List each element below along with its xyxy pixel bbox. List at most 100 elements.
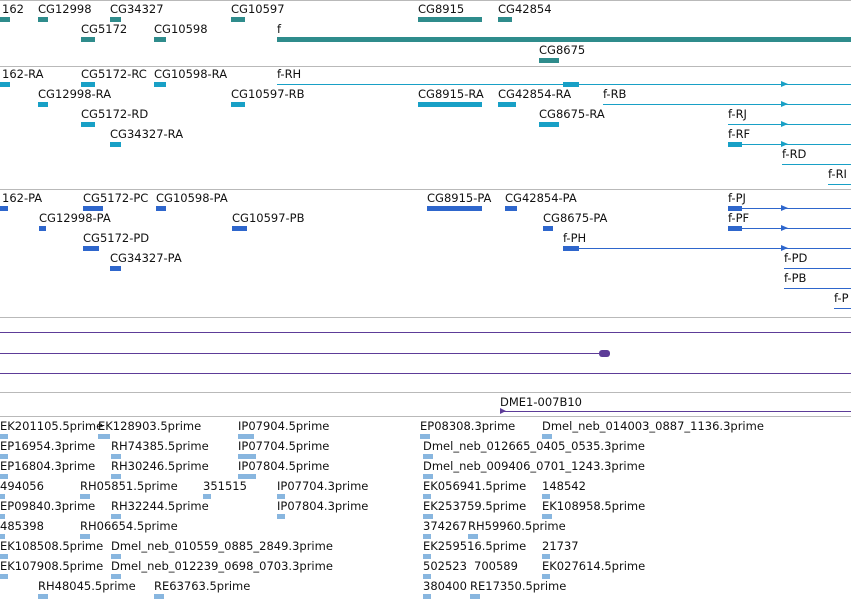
est-glyph[interactable]: [423, 454, 433, 459]
est-glyph[interactable]: [238, 434, 254, 439]
est-label[interactable]: Dmel_neb_012665_0405_0535.3prime: [423, 440, 645, 453]
gene-f-glyph[interactable]: [277, 37, 851, 42]
est-glyph[interactable]: [0, 494, 5, 499]
transcript-glyph[interactable]: [498, 102, 516, 107]
alignment-line[interactable]: [0, 353, 605, 354]
transcript-glyph[interactable]: [154, 82, 166, 87]
transcript-intron[interactable]: [728, 124, 851, 125]
est-glyph[interactable]: [0, 574, 8, 579]
est-glyph[interactable]: [238, 454, 256, 459]
gene-glyph[interactable]: [154, 37, 166, 42]
est-label[interactable]: EP08308.3prime: [420, 420, 515, 433]
transcript-label[interactable]: CG42854-RA: [498, 88, 571, 101]
gene-label[interactable]: CG8675: [539, 44, 585, 57]
est-glyph[interactable]: [423, 514, 433, 519]
est-glyph[interactable]: [420, 434, 430, 439]
est-glyph[interactable]: [542, 494, 550, 499]
transcript-label[interactable]: f-RB: [603, 88, 626, 101]
protein-glyph[interactable]: [505, 206, 517, 211]
est-label[interactable]: 494056: [0, 480, 44, 493]
est-label[interactable]: RH48045.5prime: [38, 580, 136, 593]
protein-label[interactable]: 162-PA: [2, 192, 42, 205]
est-glyph[interactable]: [423, 554, 431, 559]
est-label[interactable]: EK108958.5prime: [542, 500, 645, 513]
est-label[interactable]: IP07804.5prime: [238, 460, 329, 473]
protein-glyph[interactable]: [0, 206, 8, 211]
est-glyph[interactable]: [277, 494, 285, 499]
protein-label[interactable]: f-PB: [784, 272, 806, 285]
transcript-glyph[interactable]: [38, 102, 48, 107]
est-glyph[interactable]: [111, 554, 121, 559]
est-glyph[interactable]: [111, 574, 121, 579]
protein-intron[interactable]: [784, 268, 851, 269]
transcript-glyph[interactable]: [418, 102, 482, 107]
protein-intron[interactable]: [728, 228, 851, 229]
est-label[interactable]: 148542: [542, 480, 586, 493]
est-label[interactable]: EK108508.5prime: [0, 540, 103, 553]
protein-label[interactable]: CG42854-PA: [505, 192, 577, 205]
est-glyph[interactable]: [277, 514, 285, 519]
est-glyph[interactable]: [542, 434, 552, 439]
gene-glyph[interactable]: [110, 17, 121, 22]
protein-glyph[interactable]: [232, 226, 247, 231]
transcript-label[interactable]: CG5172-RC: [81, 68, 147, 81]
protein-glyph[interactable]: [39, 226, 46, 231]
est-label[interactable]: 21737: [542, 540, 579, 553]
gene-glyph[interactable]: [418, 17, 482, 22]
est-glyph[interactable]: [542, 514, 552, 519]
protein-glyph[interactable]: [83, 206, 103, 211]
transcript-label[interactable]: CG10598-RA: [154, 68, 227, 81]
protein-label[interactable]: CG5172-PD: [83, 232, 149, 245]
protein-label[interactable]: f-P: [834, 292, 849, 305]
est-label[interactable]: EK259516.5prime: [423, 540, 526, 553]
gene-glyph[interactable]: [231, 17, 245, 22]
transcript-intron[interactable]: [728, 144, 851, 145]
est-label[interactable]: RH74385.5prime: [111, 440, 209, 453]
est-glyph[interactable]: [542, 574, 550, 579]
transcript-glyph[interactable]: [231, 102, 245, 107]
protein-label[interactable]: CG8915-PA: [427, 192, 491, 205]
gene-label[interactable]: f: [277, 23, 281, 36]
transcript-label[interactable]: CG5172-RD: [81, 108, 148, 121]
est-label[interactable]: Dmel_neb_014003_0887_1136.3prime: [542, 420, 764, 433]
est-label[interactable]: Dmel_neb_010559_0885_2849.3prime: [111, 540, 333, 553]
est-glyph[interactable]: [0, 454, 8, 459]
est-label[interactable]: EK107908.5prime: [0, 560, 103, 573]
est-glyph[interactable]: [98, 434, 110, 439]
est-glyph[interactable]: [80, 494, 90, 499]
protein-glyph[interactable]: [110, 266, 121, 271]
est-label[interactable]: IP07904.5prime: [238, 420, 329, 433]
est-label[interactable]: IP07804.3prime: [277, 500, 368, 513]
est-label[interactable]: Dmel_neb_012239_0698_0703.3prime: [111, 560, 333, 573]
transcript-glyph[interactable]: [110, 142, 121, 147]
est-glyph[interactable]: [203, 494, 211, 499]
est-label[interactable]: RH06654.5prime: [80, 520, 178, 533]
transcript-label[interactable]: f-RI: [828, 168, 847, 181]
transcript-label[interactable]: f-RH: [277, 68, 301, 81]
transcript-label[interactable]: 162-RA: [2, 68, 44, 81]
alignment-end[interactable]: [599, 350, 610, 357]
transcript-label[interactable]: f-RF: [728, 128, 750, 141]
gene-label[interactable]: 162: [2, 3, 24, 16]
est-label[interactable]: IP07704.5prime: [238, 440, 329, 453]
est-label[interactable]: IP07704.3prime: [277, 480, 368, 493]
transcript-exon[interactable]: [563, 82, 579, 87]
est-label[interactable]: 502523: [423, 560, 467, 573]
transcript-intron[interactable]: [828, 184, 851, 185]
est-glyph[interactable]: [0, 534, 5, 539]
est-glyph[interactable]: [38, 594, 48, 599]
gene-glyph[interactable]: [539, 58, 559, 63]
transcript-intron[interactable]: [603, 104, 851, 105]
gene-glyph[interactable]: [498, 17, 512, 22]
est-label[interactable]: EK201105.5prime: [0, 420, 103, 433]
protein-exon[interactable]: [563, 246, 579, 251]
protein-glyph[interactable]: [543, 226, 553, 231]
protein-intron[interactable]: [834, 308, 851, 309]
protein-exon[interactable]: [728, 206, 742, 211]
protein-label[interactable]: CG5172-PC: [83, 192, 148, 205]
est-label[interactable]: EK253759.5prime: [423, 500, 526, 513]
gene-glyph[interactable]: [38, 17, 48, 22]
transcript-label[interactable]: CG8915-RA: [418, 88, 484, 101]
est-label[interactable]: 485398: [0, 520, 44, 533]
est-glyph[interactable]: [0, 434, 8, 439]
